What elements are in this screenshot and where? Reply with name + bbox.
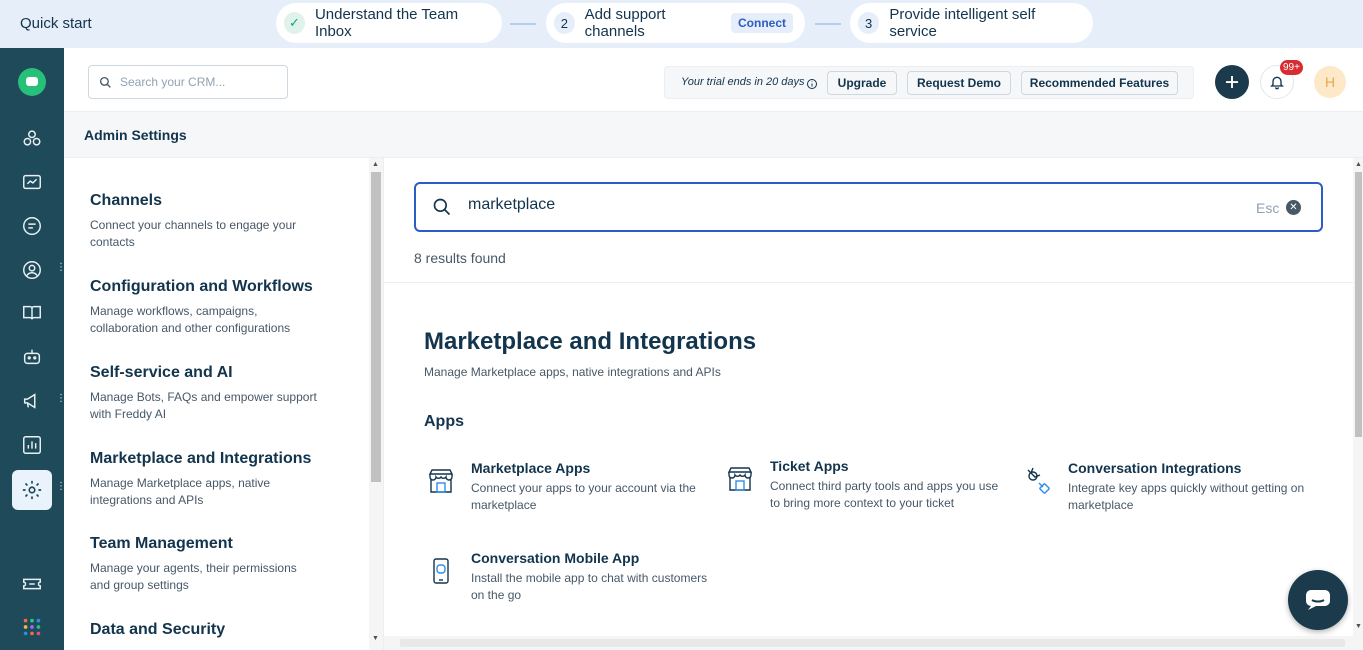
results-count: 8 results found (414, 250, 506, 266)
app-desc: Install the mobile app to chat with cust… (471, 571, 708, 602)
chat-widget-button[interactable] (1288, 570, 1348, 630)
scroll-down-arrow-icon[interactable]: ▼ (1355, 623, 1362, 630)
quickstart-connector (815, 23, 841, 25)
scroll-up-arrow-icon[interactable]: ▲ (1355, 161, 1362, 168)
category-desc: Manage workflows, campaigns, collaborati… (90, 304, 291, 335)
left-scrollbar-thumb[interactable] (371, 172, 381, 482)
crm-search-box[interactable] (88, 65, 288, 99)
main-content: Esc ✕ 8 results found Marketplace and In… (384, 158, 1353, 650)
settings-search-box[interactable]: Esc ✕ (414, 182, 1323, 232)
app-desc: Connect your apps to your account via th… (471, 481, 696, 512)
category-title: Channels (90, 192, 163, 209)
category-marketplace-integrations[interactable]: Marketplace and Integrations Manage Mark… (90, 450, 320, 509)
section-title: Marketplace and Integrations (424, 328, 757, 355)
page-title: Admin Settings (84, 127, 187, 143)
mobile-icon (424, 554, 458, 588)
recommended-features-button[interactable]: Recommended Features (1021, 71, 1178, 95)
settings-category-list: Channels Connect your channels to engage… (64, 158, 384, 650)
settings-search-input[interactable] (468, 196, 1168, 214)
campaigns-icon[interactable] (20, 389, 44, 413)
request-demo-button[interactable]: Request Demo (907, 71, 1011, 95)
trial-text: Your trial ends in 20 days (681, 76, 805, 88)
knowledge-base-icon[interactable] (20, 301, 44, 325)
more-options-icon[interactable]: ⋮ (56, 482, 66, 492)
quickstart-step-1[interactable]: ✓ Understand the Team Inbox (276, 3, 502, 43)
category-data-security[interactable]: Data and Security (90, 621, 320, 646)
conversations-icon[interactable] (20, 214, 44, 238)
category-team-management[interactable]: Team Management Manage your agents, thei… (90, 535, 320, 594)
category-desc: Manage Marketplace apps, native integrat… (90, 476, 271, 507)
omnichannel-icon[interactable] (20, 126, 44, 150)
quickstart-step-label: Understand the Team Inbox (314, 6, 459, 40)
category-title: Data and Security (90, 621, 226, 638)
quickstart-step-3[interactable]: 3 Provide intelligent self service (850, 3, 1093, 43)
app-desc: Connect third party tools and apps you u… (770, 479, 999, 510)
category-self-service-ai[interactable]: Self-service and AI Manage Bots, FAQs an… (90, 364, 320, 423)
app-title: Ticket Apps (770, 458, 849, 474)
avatar[interactable]: H (1314, 66, 1346, 98)
esc-hint: Esc (1256, 200, 1280, 216)
analytics-icon[interactable] (20, 433, 44, 457)
category-configuration-workflows[interactable]: Configuration and Workflows Manage workf… (90, 278, 320, 337)
category-desc: Manage your agents, their permissions an… (90, 561, 297, 592)
apps-group-title: Apps (424, 413, 464, 430)
notification-badge: 99+ (1280, 60, 1303, 75)
app-desc: Integrate key apps quickly without getti… (1068, 481, 1305, 512)
quickstart-step-2[interactable]: 2 Add support channels Connect (546, 3, 805, 43)
category-title: Configuration and Workflows (90, 278, 313, 295)
check-icon: ✓ (284, 12, 305, 34)
store-icon (424, 464, 458, 498)
info-icon[interactable] (806, 78, 818, 90)
step-number: 2 (554, 12, 575, 34)
more-options-icon[interactable]: ⋮ (56, 263, 66, 273)
category-title: Team Management (90, 535, 233, 552)
top-header: Your trial ends in 20 days Upgrade Reque… (64, 48, 1363, 112)
search-icon (99, 76, 111, 88)
category-desc: Connect your channels to engage your con… (90, 218, 297, 249)
horizontal-scrollbar-thumb[interactable] (400, 639, 1345, 647)
quickstart-title: Quick start (20, 15, 92, 32)
category-channels[interactable]: Channels Connect your channels to engage… (90, 192, 320, 251)
quickstart-step-label: Add support channels (584, 6, 666, 40)
app-switcher-icon[interactable] (20, 615, 44, 639)
main-scrollbar-thumb[interactable] (1355, 172, 1362, 437)
left-navigation: ⋮ ⋮ ⋮ (0, 48, 66, 650)
more-options-icon[interactable]: ⋮ (56, 394, 66, 404)
plus-icon (1226, 76, 1238, 88)
divider (384, 282, 1353, 283)
bell-icon (1270, 76, 1284, 90)
bot-icon[interactable] (20, 345, 44, 369)
scroll-down-arrow-icon[interactable]: ▼ (372, 635, 379, 642)
chat-icon (1306, 590, 1330, 610)
app-title: Conversation Integrations (1068, 460, 1242, 476)
trial-banner: Your trial ends in 20 days Upgrade Reque… (664, 66, 1194, 99)
category-title: Self-service and AI (90, 364, 233, 381)
create-new-button[interactable] (1215, 65, 1249, 99)
crm-search-input[interactable] (120, 75, 270, 89)
clear-search-icon[interactable]: ✕ (1286, 200, 1301, 215)
plug-icon (1021, 464, 1055, 498)
tickets-icon[interactable] (20, 572, 44, 596)
category-title: Marketplace and Integrations (90, 450, 312, 467)
section-subtitle: Manage Marketplace apps, native integrat… (424, 365, 721, 379)
admin-title-bar: Admin Settings (64, 112, 1363, 158)
upgrade-button[interactable]: Upgrade (827, 71, 897, 95)
contacts-icon[interactable] (20, 258, 44, 282)
store-icon (723, 462, 757, 496)
search-icon (433, 198, 451, 216)
quickstart-connector (510, 23, 536, 25)
scroll-up-arrow-icon[interactable]: ▲ (372, 161, 379, 168)
admin-settings-icon[interactable] (12, 470, 52, 510)
app-title: Conversation Mobile App (471, 550, 640, 566)
quickstart-step-label: Provide intelligent self service (889, 6, 1036, 40)
app-title: Marketplace Apps (471, 460, 591, 476)
step-number: 3 (858, 12, 880, 34)
quickstart-bar: Quick start ✓ Understand the Team Inbox … (0, 0, 1363, 48)
category-desc: Manage Bots, FAQs and empower support wi… (90, 390, 317, 421)
dashboard-icon[interactable] (20, 170, 44, 194)
app-logo-icon[interactable] (18, 68, 46, 96)
connect-button[interactable]: Connect (731, 13, 793, 33)
